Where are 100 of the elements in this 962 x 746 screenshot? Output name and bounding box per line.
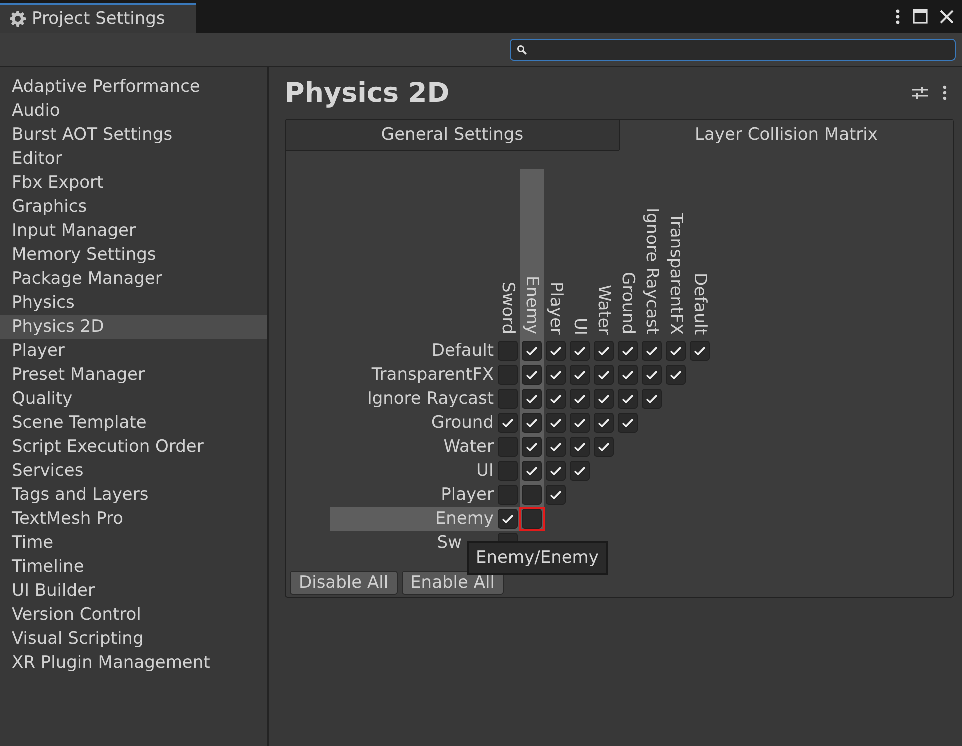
maximize-icon[interactable] (913, 9, 928, 24)
check-icon (550, 442, 562, 452)
checkbox[interactable] (618, 365, 638, 385)
row-label: Ground (430, 412, 495, 435)
sidebar-item[interactable]: Adaptive Performance (0, 75, 267, 99)
sidebar-item[interactable]: Script Execution Order (0, 435, 267, 459)
sidebar-item[interactable]: Quality (0, 387, 267, 411)
check-icon (622, 346, 634, 356)
window-tab[interactable]: Project Settings (0, 3, 196, 33)
sidebar-item[interactable]: Tags and Layers (0, 483, 267, 507)
checkbox[interactable] (522, 461, 542, 481)
sidebar-item[interactable]: Player (0, 339, 267, 363)
check-icon (502, 418, 514, 428)
check-icon (526, 346, 538, 356)
checkbox[interactable] (594, 341, 614, 361)
checkbox[interactable] (594, 413, 614, 433)
row-label: Default (430, 340, 495, 363)
checkbox[interactable] (546, 461, 566, 481)
close-icon[interactable] (940, 10, 954, 24)
more-icon[interactable] (942, 85, 948, 101)
checkbox[interactable] (498, 413, 518, 433)
check-icon (670, 346, 682, 356)
checkbox[interactable] (594, 389, 614, 409)
button[interactable]: Disable All (290, 571, 398, 595)
sidebar-item[interactable]: Input Manager (0, 219, 267, 243)
sidebar-item[interactable]: XR Plugin Management (0, 651, 267, 675)
check-icon (574, 466, 586, 476)
sidebar-item[interactable]: Graphics (0, 195, 267, 219)
checkbox[interactable] (498, 437, 518, 457)
checkbox[interactable] (666, 365, 686, 385)
checkbox[interactable] (522, 485, 542, 505)
sidebar-item[interactable]: UI Builder (0, 579, 267, 603)
sidebar-item[interactable]: TextMesh Pro (0, 507, 267, 531)
sidebar-item[interactable]: Physics 2D (0, 315, 267, 339)
checkbox[interactable] (690, 341, 710, 361)
sidebar-item[interactable]: Physics (0, 291, 267, 315)
checkbox[interactable] (498, 485, 518, 505)
tab[interactable]: Layer Collision Matrix (619, 120, 953, 151)
column-label: TransparentFX (665, 212, 687, 337)
sidebar-item[interactable]: Services (0, 459, 267, 483)
button[interactable]: Enable All (402, 571, 504, 595)
sidebar-item[interactable]: Burst AOT Settings (0, 123, 267, 147)
checkbox[interactable] (522, 341, 542, 361)
search-field[interactable] (510, 38, 956, 60)
sliders-icon[interactable] (912, 85, 928, 101)
checkbox[interactable] (642, 389, 662, 409)
sidebar-item[interactable]: Audio (0, 99, 267, 123)
checkbox[interactable] (618, 341, 638, 361)
sidebar-item[interactable]: Timeline (0, 555, 267, 579)
checkbox[interactable] (546, 365, 566, 385)
sidebar-item[interactable]: Visual Scripting (0, 627, 267, 651)
checkbox[interactable] (546, 413, 566, 433)
check-icon (646, 346, 658, 356)
checkbox[interactable] (570, 365, 590, 385)
column-label: Ignore Raycast (641, 207, 663, 337)
checkbox[interactable] (498, 341, 518, 361)
checkbox[interactable] (498, 509, 518, 529)
checkbox[interactable] (546, 437, 566, 457)
sidebar-item[interactable]: Time (0, 531, 267, 555)
tab[interactable]: General Settings (286, 120, 619, 151)
sidebar-item[interactable]: Editor (0, 147, 267, 171)
checkbox[interactable] (570, 341, 590, 361)
checkbox[interactable] (570, 461, 590, 481)
checkbox[interactable] (618, 389, 638, 409)
checkbox[interactable] (642, 365, 662, 385)
checkbox[interactable] (522, 365, 542, 385)
sidebar-item[interactable]: Package Manager (0, 267, 267, 291)
check-icon (598, 442, 610, 452)
check-icon (550, 466, 562, 476)
checkbox[interactable] (498, 389, 518, 409)
check-icon (598, 346, 610, 356)
row-label: Player (440, 484, 495, 507)
checkbox[interactable] (642, 341, 662, 361)
sidebar-item[interactable]: Fbx Export (0, 171, 267, 195)
checkbox[interactable] (498, 461, 518, 481)
checkbox[interactable] (498, 365, 518, 385)
checkbox[interactable] (546, 389, 566, 409)
sidebar-item[interactable]: Scene Template (0, 411, 267, 435)
checkbox[interactable] (546, 341, 566, 361)
column-label: Enemy (520, 169, 544, 339)
checkbox[interactable] (570, 437, 590, 457)
column-label: Ground (617, 271, 639, 337)
check-icon (694, 346, 706, 356)
checkbox[interactable] (594, 437, 614, 457)
checkbox[interactable] (522, 437, 542, 457)
sidebar-item[interactable]: Preset Manager (0, 363, 267, 387)
checkbox[interactable] (570, 413, 590, 433)
checkbox[interactable] (522, 389, 542, 409)
checkbox[interactable] (618, 413, 638, 433)
sidebar-item[interactable]: Version Control (0, 603, 267, 627)
more-icon[interactable] (895, 8, 901, 24)
column-label: Default (689, 272, 711, 337)
row-label: Enemy (330, 507, 496, 531)
checkbox[interactable] (546, 485, 566, 505)
checkbox[interactable] (570, 389, 590, 409)
checkbox[interactable] (522, 413, 542, 433)
checkbox[interactable] (594, 365, 614, 385)
sidebar-item[interactable]: Memory Settings (0, 243, 267, 267)
check-icon (526, 370, 538, 380)
checkbox[interactable] (666, 341, 686, 361)
